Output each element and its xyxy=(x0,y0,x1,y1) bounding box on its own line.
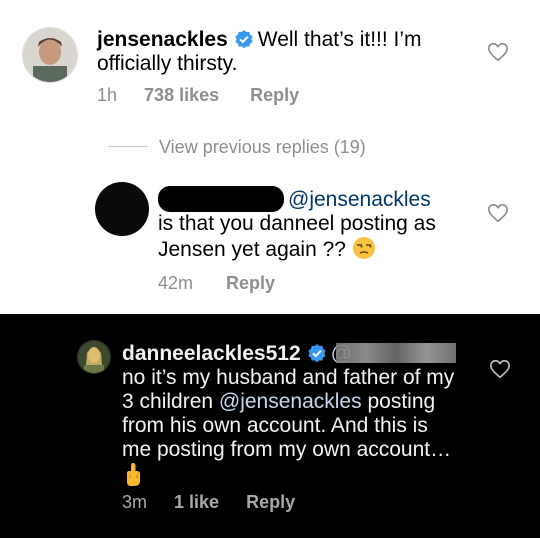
comment-meta: 1h 738 likes Reply xyxy=(97,85,299,105)
middle-finger-icon xyxy=(127,463,140,486)
avatar[interactable] xyxy=(77,340,111,374)
verified-badge-icon xyxy=(235,30,253,49)
comment-text: jensenackles Well that’s it!!! I’m offici… xyxy=(97,28,477,76)
heart-icon[interactable] xyxy=(487,202,509,224)
reply1-time: 42m xyxy=(158,273,194,293)
comment-line-1: Well that’s it!!! I’m xyxy=(257,28,422,51)
reply1-line-2: Jensen yet again ?? xyxy=(158,238,346,261)
comment-line-2: officially thirsty. xyxy=(97,52,238,75)
reply2-line-1: no it’s my husband and father of my xyxy=(122,366,455,389)
reply1-meta: 42m Reply xyxy=(158,273,275,293)
reply-button[interactable]: Reply xyxy=(250,85,299,105)
likes-count[interactable]: 1 like xyxy=(174,492,219,512)
username[interactable]: jensenackles xyxy=(97,28,228,51)
thread-divider xyxy=(108,146,148,147)
reply2-line-2b: posting xyxy=(361,390,436,413)
reply2-text: danneelackles512@ no it’s my husband and… xyxy=(122,342,472,490)
verified-badge-icon xyxy=(308,344,326,363)
reply2-meta: 3m 1 like Reply xyxy=(122,492,295,512)
unamused-face-icon xyxy=(352,237,375,259)
mention-redacted xyxy=(336,343,456,363)
likes-count[interactable]: 738 likes xyxy=(144,85,219,105)
mention[interactable]: @jensenackles xyxy=(219,390,362,413)
reply2-line-4: me posting from my own account… xyxy=(122,438,452,461)
mention[interactable]: @jensenackles xyxy=(288,188,431,211)
reply2-time: 3m xyxy=(122,492,148,512)
comment-time: 1h xyxy=(97,85,118,105)
reply-button[interactable]: Reply xyxy=(226,273,275,293)
username[interactable]: danneelackles512 xyxy=(122,342,301,365)
avatar-redacted[interactable] xyxy=(95,182,149,236)
reply2-line-2a: 3 children xyxy=(122,390,219,413)
reply2-line-3: from his own account. And this is xyxy=(122,414,428,437)
reply1-line-1: is that you danneel posting as xyxy=(158,212,436,235)
heart-icon[interactable] xyxy=(489,358,511,380)
reply-button[interactable]: Reply xyxy=(246,492,295,512)
heart-icon[interactable] xyxy=(487,41,509,63)
reply1-text: @jensenackles is that you danneel postin… xyxy=(158,188,478,262)
view-previous-replies[interactable]: View previous replies (19) xyxy=(159,137,366,157)
avatar[interactable] xyxy=(22,27,78,83)
